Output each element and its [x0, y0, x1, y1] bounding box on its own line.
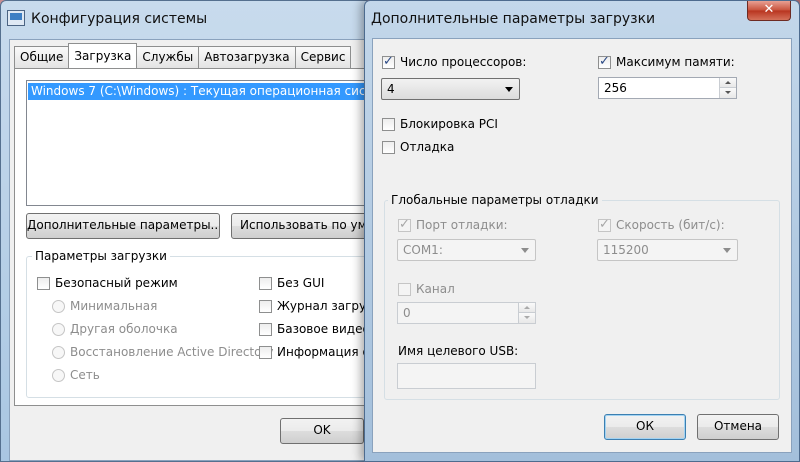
- checkbox-box: [382, 117, 395, 131]
- spin-up-icon[interactable]: [519, 303, 535, 313]
- checkbox-box: [259, 345, 272, 359]
- num-procs-value: 4: [387, 82, 395, 96]
- channel-input[interactable]: 0: [397, 302, 536, 324]
- baud-rate-label: Скорость (бит/с):: [616, 218, 725, 232]
- debug-checkbox[interactable]: Отладка: [382, 140, 454, 154]
- channel-label: Канал: [416, 282, 455, 296]
- tab-strip: Общие Загрузка Службы Автозагрузка Серви…: [14, 43, 352, 68]
- checkbox-box: [398, 282, 411, 296]
- os-info-label: Информация о: [277, 345, 370, 359]
- window-title: Конфигурация системы: [31, 11, 208, 27]
- radio-label: Восстановление Active Directory: [70, 345, 274, 359]
- usb-target-input[interactable]: [397, 363, 536, 389]
- safe-mode-label: Безопасный режим: [55, 276, 178, 290]
- spin-down-icon[interactable]: [720, 88, 736, 98]
- max-memory-checkbox[interactable]: Максимум памяти:: [598, 54, 735, 69]
- tab-services[interactable]: Службы: [136, 46, 200, 68]
- debug-port-combo[interactable]: COM1:: [397, 239, 536, 261]
- global-debug-group-title: Глобальные параметры отладки: [388, 193, 602, 207]
- checkbox-checked: [598, 54, 611, 69]
- dialog-title: Дополнительные параметры загрузки: [371, 11, 656, 27]
- radio-ad-repair[interactable]: Восстановление Active Directory: [52, 345, 274, 359]
- pci-lock-checkbox[interactable]: Блокировка PCI: [382, 117, 498, 131]
- radio-dot: [52, 299, 65, 313]
- baud-rate-checkbox[interactable]: Скорость (бит/с):: [598, 217, 725, 232]
- boot-log-checkbox[interactable]: Журнал загруз: [259, 299, 372, 313]
- tab-general[interactable]: Общие: [14, 46, 70, 68]
- boot-options-group-title: Параметры загрузки: [32, 249, 170, 263]
- tab-tools[interactable]: Сервис: [294, 46, 352, 68]
- ok-button-background[interactable]: OK: [280, 418, 364, 444]
- spin-up-icon[interactable]: [720, 78, 736, 88]
- max-memory-label: Максимум памяти:: [616, 55, 735, 69]
- checkbox-checked: [382, 54, 395, 69]
- channel-value: 0: [403, 306, 411, 320]
- radio-label: Сеть: [70, 368, 100, 382]
- cancel-button[interactable]: Отмена: [697, 414, 779, 440]
- checkbox-box: [259, 276, 272, 290]
- spinner-buttons[interactable]: [518, 303, 535, 323]
- num-procs-combo[interactable]: 4: [381, 78, 520, 100]
- safe-mode-checkbox[interactable]: Безопасный режим: [37, 276, 178, 290]
- baud-rate-combo[interactable]: 115200: [597, 239, 738, 261]
- tab-boot[interactable]: Загрузка: [68, 43, 138, 68]
- num-procs-checkbox[interactable]: Число процессоров:: [382, 54, 527, 69]
- set-as-default-button[interactable]: Использовать по умо: [231, 213, 372, 239]
- max-memory-value: 256: [604, 81, 627, 95]
- checkbox-box: [259, 299, 272, 313]
- radio-dot: [52, 345, 65, 359]
- chevron-down-icon: [521, 248, 529, 253]
- debug-label: Отладка: [400, 140, 455, 154]
- radio-alternate-shell[interactable]: Другая оболочка: [52, 322, 178, 336]
- no-gui-checkbox[interactable]: Без GUI: [259, 276, 324, 290]
- usb-target-label: Имя целевого USB:: [398, 344, 519, 358]
- num-procs-label: Число процессоров:: [400, 55, 527, 69]
- pci-lock-label: Блокировка PCI: [400, 117, 498, 131]
- chevron-down-icon: [723, 248, 731, 253]
- title-bar: Конфигурация системы: [1, 1, 371, 39]
- checkbox-box: [37, 276, 50, 290]
- advanced-options-button[interactable]: Дополнительные параметры...: [26, 213, 220, 239]
- debug-port-checkbox[interactable]: Порт отладки:: [398, 217, 508, 232]
- baud-rate-value: 115200: [603, 243, 649, 257]
- spinner-buttons[interactable]: [719, 78, 736, 98]
- checkbox-checked: [598, 217, 611, 232]
- close-icon[interactable]: ✕: [747, 1, 791, 21]
- checkbox-checked: [398, 217, 411, 232]
- radio-dot: [52, 368, 65, 382]
- max-memory-input[interactable]: 256: [598, 77, 737, 99]
- no-gui-label: Без GUI: [277, 276, 325, 290]
- boot-log-label: Журнал загруз: [277, 299, 373, 313]
- tab-startup[interactable]: Автозагрузка: [198, 46, 296, 68]
- checkbox-box: [382, 140, 395, 154]
- chevron-down-icon: [505, 87, 513, 92]
- radio-dot: [52, 322, 65, 336]
- base-video-checkbox[interactable]: Базовое видео: [259, 322, 370, 336]
- radio-network[interactable]: Сеть: [52, 368, 100, 382]
- channel-checkbox[interactable]: Канал: [398, 282, 455, 296]
- base-video-label: Базовое видео: [277, 322, 370, 336]
- os-list-item[interactable]: Windows 7 (C:\Windows) : Текущая операци…: [28, 83, 371, 100]
- os-list[interactable]: Windows 7 (C:\Windows) : Текущая операци…: [26, 80, 372, 206]
- debug-port-value: COM1:: [403, 243, 443, 257]
- msconfig-icon: [7, 10, 25, 26]
- radio-label: Другая оболочка: [70, 322, 178, 336]
- radio-label: Минимальная: [70, 299, 158, 313]
- os-info-checkbox[interactable]: Информация о: [259, 345, 370, 359]
- radio-minimal[interactable]: Минимальная: [52, 299, 157, 313]
- debug-port-label: Порт отладки:: [416, 218, 508, 232]
- checkbox-box: [259, 322, 272, 336]
- ok-button[interactable]: ОК: [604, 414, 686, 440]
- spin-down-icon[interactable]: [519, 313, 535, 323]
